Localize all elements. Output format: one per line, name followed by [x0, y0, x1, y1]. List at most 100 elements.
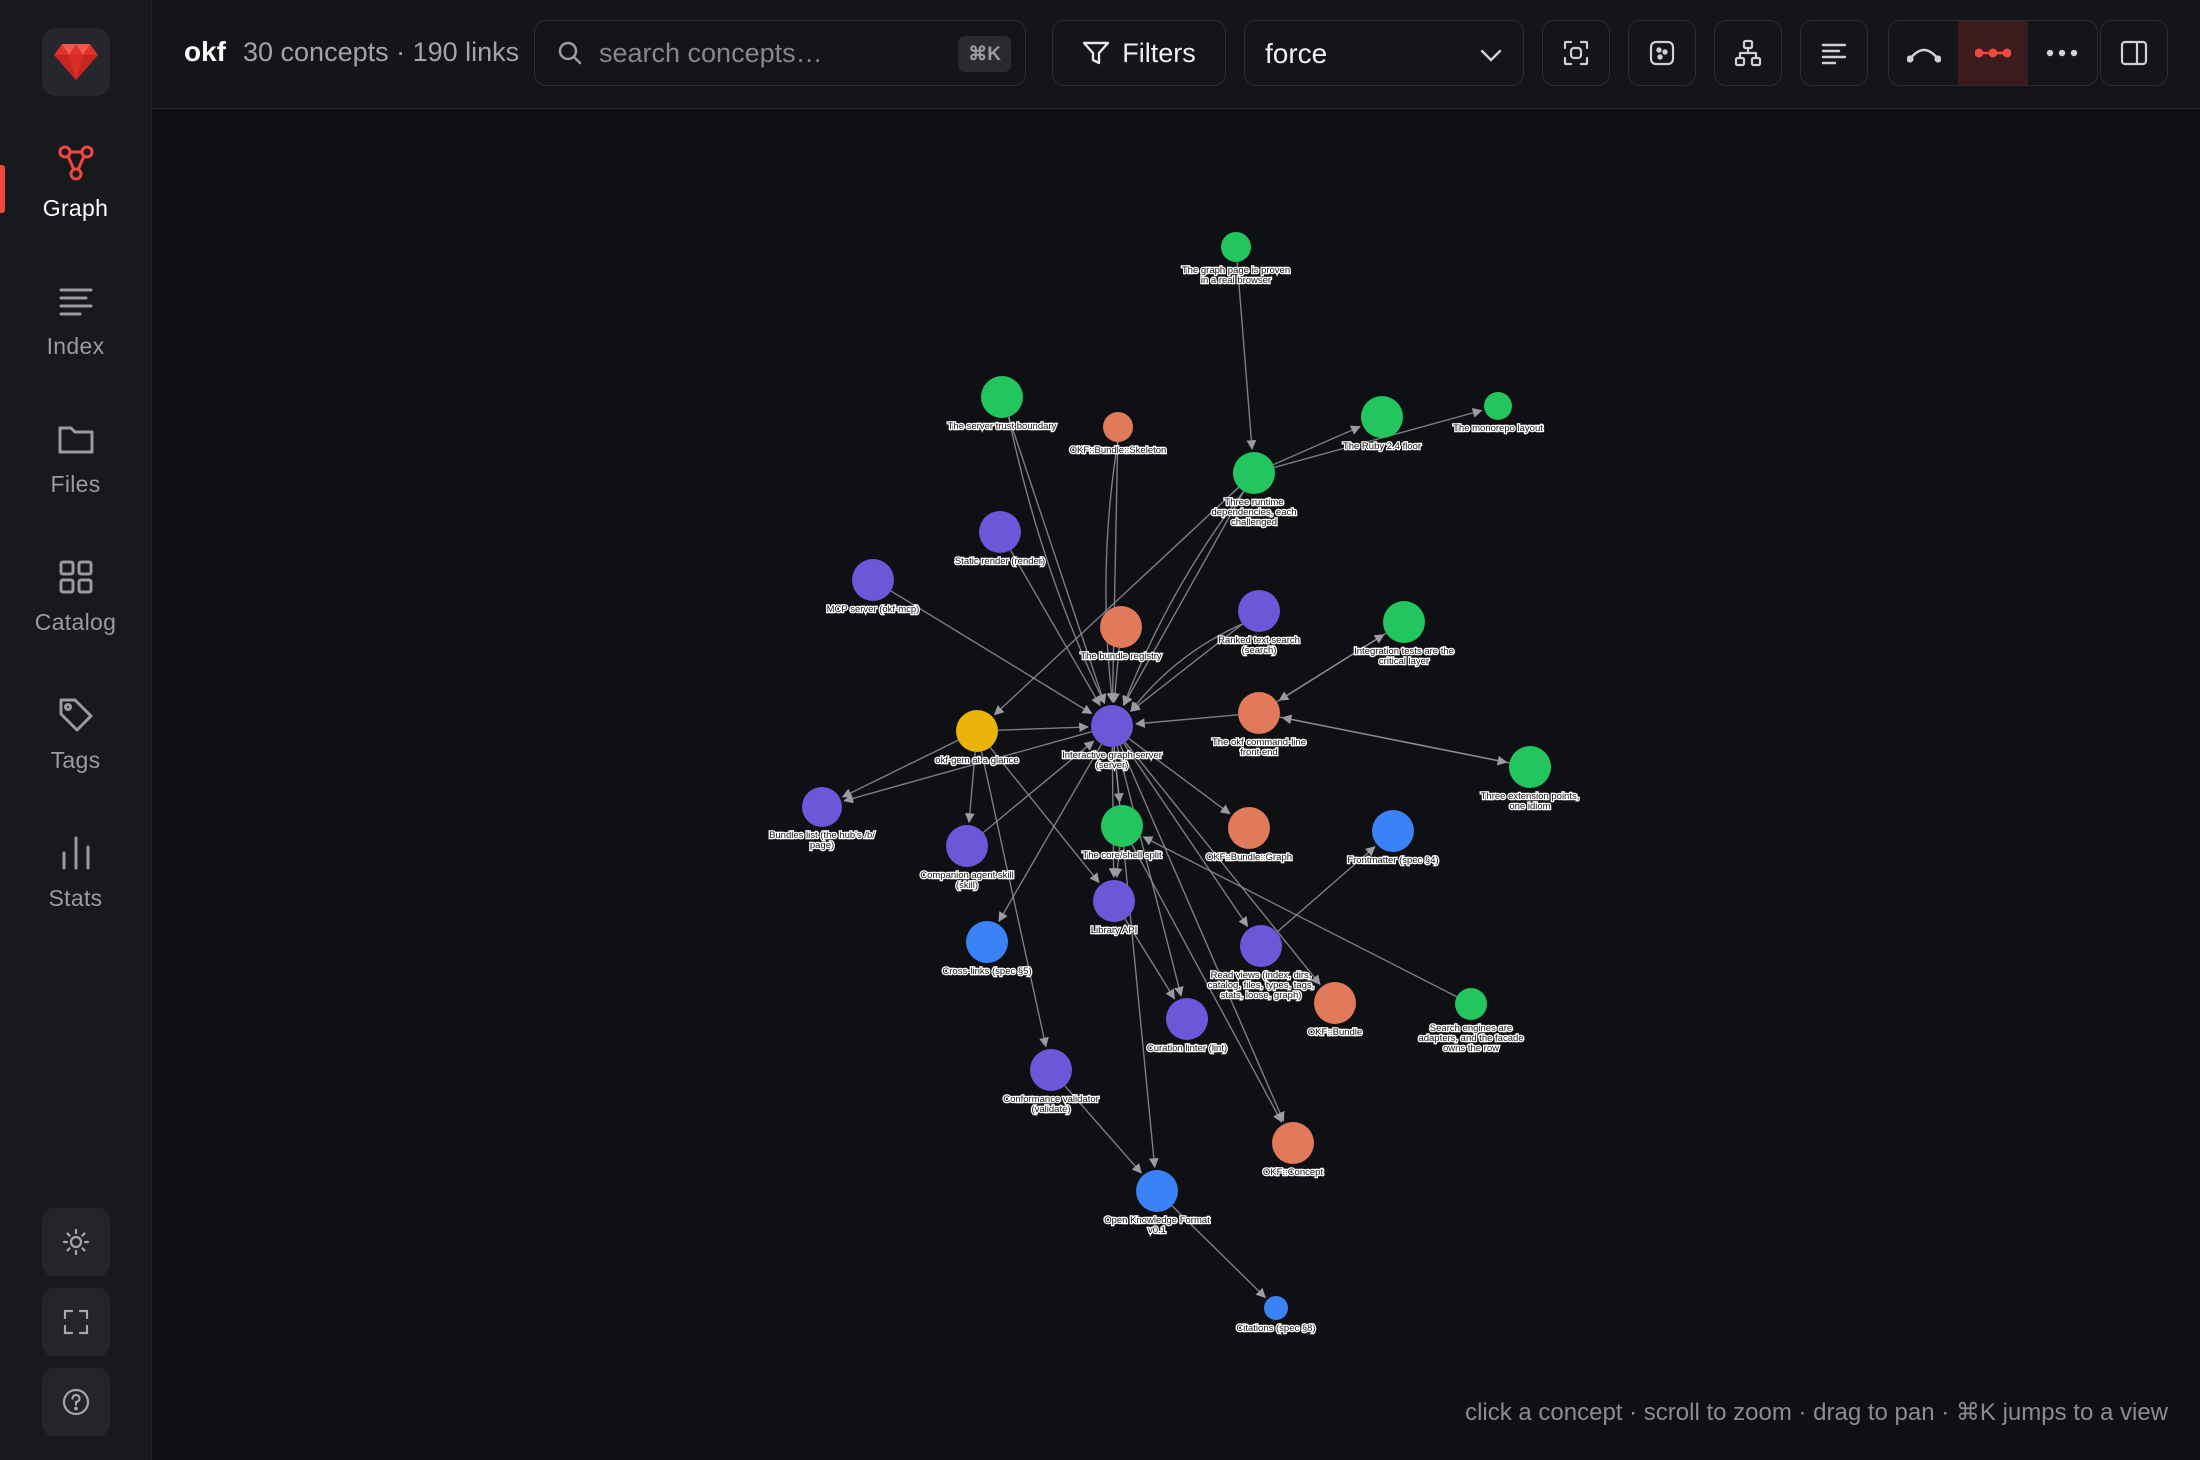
graph-node-integration[interactable]: Integration tests are thecritical layer — [1353, 601, 1455, 668]
node-label: page) — [810, 840, 834, 851]
filters-button[interactable]: Filters — [1052, 20, 1226, 86]
sidebar-item-catalog[interactable]: Catalog — [0, 536, 151, 656]
sidebar-item-files[interactable]: Files — [0, 398, 151, 518]
graph-edge — [1123, 490, 1245, 706]
graph-node-bundle[interactable]: OKF::Bundle — [1307, 982, 1363, 1039]
align-left-icon — [1821, 43, 1847, 65]
sidebar-item-graph[interactable]: Graph — [0, 122, 151, 242]
node-label: stats, loose, graph) — [1221, 990, 1302, 1001]
node-dot[interactable] — [956, 710, 998, 752]
sidebar-item-stats[interactable]: Stats — [0, 812, 151, 932]
graph-edge — [1105, 441, 1119, 703]
hierarchy-layout-button[interactable] — [1714, 20, 1782, 86]
node-dot[interactable] — [1238, 590, 1280, 632]
graph-edge — [980, 751, 1049, 1048]
fullscreen-button[interactable] — [42, 1288, 110, 1356]
graph-node-server[interactable]: Interactive graph server(server) — [1061, 705, 1163, 772]
fit-view-icon — [1563, 40, 1589, 66]
node-dot[interactable] — [1240, 925, 1282, 967]
graph-node-mcp[interactable]: MCP server (okf-mcp) — [825, 559, 921, 616]
graph-node-concept[interactable]: OKF::Concept — [1262, 1122, 1325, 1179]
node-dot[interactable] — [1238, 692, 1280, 734]
graph-node-citations[interactable]: Citations (spec §8) — [1235, 1296, 1317, 1335]
node-dot[interactable] — [1484, 392, 1512, 420]
node-dot[interactable] — [852, 559, 894, 601]
node-dot[interactable] — [1314, 982, 1356, 1024]
graph-node-runtime[interactable]: Three runtimedependencies, eachchallenge… — [1210, 452, 1298, 529]
node-dot[interactable] — [979, 511, 1021, 553]
node-dot[interactable] — [1455, 988, 1487, 1020]
sidebar-item-label: Graph — [42, 194, 109, 221]
curved-edges-button[interactable] — [1889, 21, 1958, 85]
graph-icon — [56, 143, 96, 183]
top-bar: okf 30 concepts · 190 links ⌘K Filters f… — [152, 0, 2200, 109]
node-label: v0.1 — [1148, 1225, 1166, 1236]
graph-node-search-engines[interactable]: Search engines areadapters, and the faca… — [1417, 988, 1525, 1055]
node-label: MCP server (okf-mcp) — [827, 604, 920, 615]
node-dot[interactable] — [981, 376, 1023, 418]
graph-node-graph-page[interactable]: The graph page is provenin a real browse… — [1181, 232, 1291, 287]
graph-node-crosslinks[interactable]: Cross-links (spec §5) — [941, 921, 1033, 978]
graph-node-monorepo[interactable]: The monorepo layout — [1452, 392, 1545, 435]
node-dot[interactable] — [1272, 1122, 1314, 1164]
node-dot[interactable] — [1093, 880, 1135, 922]
node-dot[interactable] — [1221, 232, 1251, 262]
straight-edges-button[interactable] — [1958, 21, 2028, 85]
toggle-panel-button[interactable] — [2100, 20, 2168, 86]
node-dot[interactable] — [1103, 412, 1133, 442]
node-dot[interactable] — [1228, 807, 1270, 849]
more-options-button[interactable] — [2028, 21, 2097, 85]
node-label: (search) — [1242, 645, 1277, 656]
graph-node-trust[interactable]: The server trust boundary — [946, 376, 1058, 433]
node-dot[interactable] — [966, 921, 1008, 963]
graph-node-readviews[interactable]: Read views (index, dirs,catalog, files, … — [1206, 925, 1316, 1002]
node-dot[interactable] — [946, 825, 988, 867]
help-button[interactable] — [42, 1368, 110, 1436]
graph-node-okf-format[interactable]: Open Knowledge Formatv0.1 — [1103, 1170, 1211, 1237]
fit-view-button[interactable] — [1542, 20, 1610, 86]
help-icon — [62, 1388, 90, 1416]
node-dot[interactable] — [1136, 1170, 1178, 1212]
node-dot[interactable] — [1233, 452, 1275, 494]
search-icon — [558, 41, 582, 65]
graph-edge — [1236, 261, 1257, 451]
graph-node-conformance[interactable]: Conformance validator(validate) — [1002, 1049, 1100, 1116]
graph-node-curation[interactable]: Curation linter (lint) — [1146, 998, 1228, 1055]
node-dot[interactable] — [1091, 705, 1133, 747]
node-dot[interactable] — [802, 787, 842, 827]
node-dot[interactable] — [1361, 396, 1403, 438]
graph-node-bgraph[interactable]: OKF::Bundle::Graph — [1205, 807, 1293, 864]
sidebar-item-tags[interactable]: Tags — [0, 674, 151, 794]
layout-select[interactable]: force — [1244, 20, 1524, 86]
app-logo[interactable] — [42, 28, 110, 96]
sidebar-item-label: Tags — [50, 746, 101, 773]
search-input[interactable] — [597, 36, 941, 70]
graph-node-ranked[interactable]: Ranked text search(search) — [1217, 590, 1301, 657]
graph-node-ruby[interactable]: The Ruby 2.4 floor — [1342, 396, 1422, 453]
node-dot[interactable] — [1101, 805, 1143, 847]
graph-node-extension[interactable]: Three extension points,one idiom — [1479, 746, 1581, 813]
graph-node-frontmatter[interactable]: Frontmatter (spec §4) — [1346, 810, 1440, 867]
graph-node-skeleton[interactable]: OKF::Bundle::Skeleton — [1068, 412, 1168, 457]
graph-node-library[interactable]: Library API — [1089, 880, 1139, 937]
graph-node-static[interactable]: Static render (render) — [954, 511, 1046, 568]
align-button[interactable] — [1800, 20, 1868, 86]
graph-node-registry[interactable]: The bundle registry — [1079, 606, 1163, 663]
graph-node-cli[interactable]: The okf command-linefront end — [1211, 692, 1307, 759]
graph-node-glance[interactable]: okf-gem at a glance — [934, 710, 1020, 767]
node-dot[interactable] — [1509, 746, 1551, 788]
scatter-layout-button[interactable] — [1628, 20, 1696, 86]
node-label: Frontmatter (spec §4) — [1347, 855, 1438, 866]
node-dot[interactable] — [1383, 601, 1425, 643]
node-dot[interactable] — [1030, 1049, 1072, 1091]
search-box[interactable]: ⌘K — [534, 20, 1026, 86]
node-dot[interactable] — [1264, 1296, 1288, 1320]
sidebar-item-index[interactable]: Index — [0, 260, 151, 380]
graph-canvas[interactable]: The graph page is provenin a real browse… — [152, 109, 2200, 1460]
node-dot[interactable] — [1166, 998, 1208, 1040]
node-dot[interactable] — [1372, 810, 1414, 852]
node-label: The Ruby 2.4 floor — [1343, 441, 1421, 452]
theme-toggle-button[interactable] — [42, 1208, 110, 1276]
node-label: (skill) — [956, 880, 978, 891]
node-dot[interactable] — [1100, 606, 1142, 648]
